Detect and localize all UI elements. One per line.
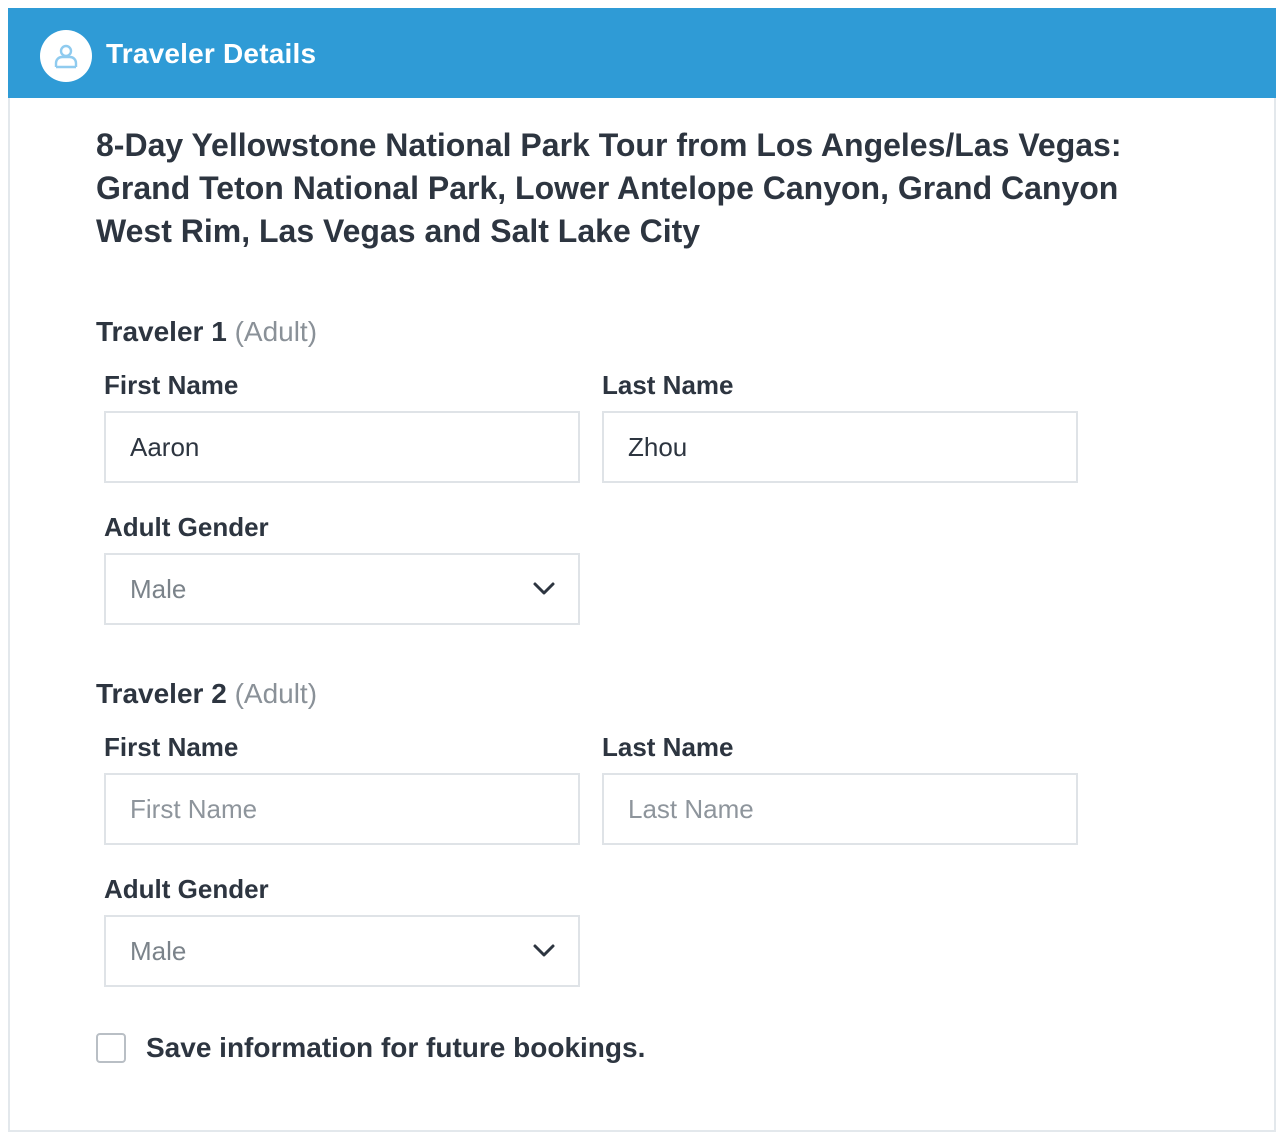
traveler-1-gender-value: Male: [130, 573, 187, 604]
traveler-1-last-name-input[interactable]: [602, 411, 1078, 483]
traveler-1-name: Traveler 1: [96, 316, 227, 347]
traveler-2-gender-label: Adult Gender: [104, 874, 269, 904]
traveler-2-heading: Traveler 2 (Adult): [96, 678, 317, 710]
panel-header: Traveler Details: [8, 8, 1276, 98]
save-info-label[interactable]: Save information for future bookings.: [146, 1032, 645, 1064]
save-info-row[interactable]: Save information for future bookings.: [96, 1032, 645, 1064]
traveler-2-name: Traveler 2: [96, 678, 227, 709]
traveler-1-first-name-label: First Name: [104, 370, 239, 400]
traveler-1-type: (Adult): [234, 316, 318, 347]
traveler-2-gender-value: Male: [130, 935, 187, 966]
traveler-1-first-name-input[interactable]: [104, 411, 580, 483]
save-info-checkbox[interactable]: [96, 1033, 126, 1063]
panel-title: Traveler Details: [106, 38, 317, 69]
traveler-2-gender-select[interactable]: Male: [104, 915, 580, 987]
tour-title: 8-Day Yellowstone National Park Tour fro…: [96, 127, 1122, 249]
traveler-1-gender-select[interactable]: Male: [104, 553, 580, 625]
traveler-2-last-name-label: Last Name: [602, 732, 734, 762]
traveler-1-gender-label: Adult Gender: [104, 512, 269, 542]
traveler-1-heading: Traveler 1 (Adult): [96, 316, 317, 348]
traveler-2-first-name-label: First Name: [104, 732, 239, 762]
traveler-2-first-name-input[interactable]: [104, 773, 580, 845]
tour-info: 8-Day Yellowstone National Park Tour fro…: [96, 124, 1186, 253]
traveler-2-type: (Adult): [234, 678, 318, 709]
user-icon: [40, 30, 92, 82]
chevron-down-icon: [533, 944, 555, 957]
chevron-down-icon: [533, 582, 555, 595]
traveler-2-last-name-input[interactable]: [602, 773, 1078, 845]
traveler-1-last-name-label: Last Name: [602, 370, 734, 400]
